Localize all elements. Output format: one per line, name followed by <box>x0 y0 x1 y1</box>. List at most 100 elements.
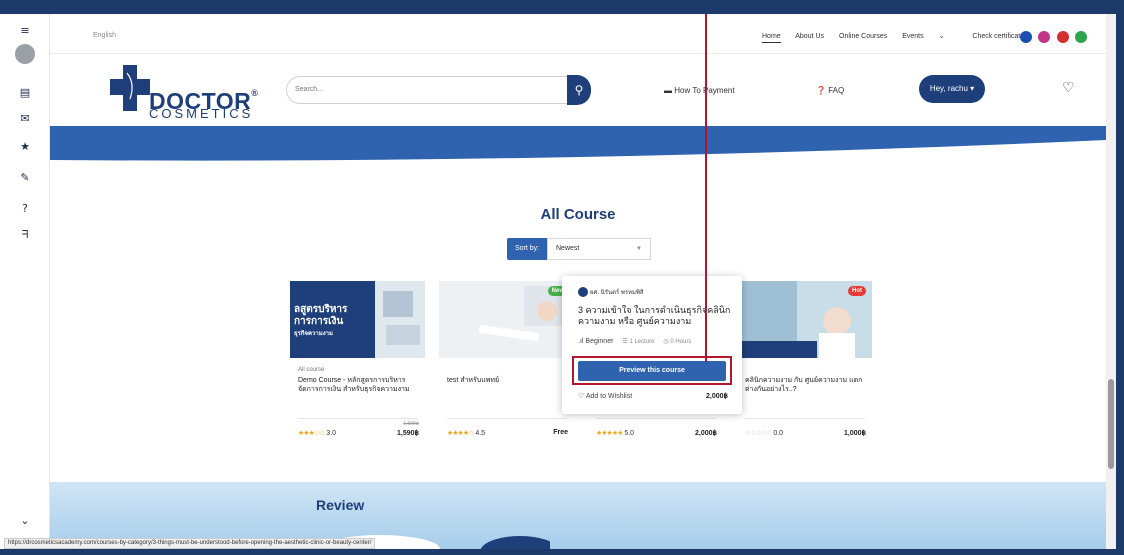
sort-select[interactable]: Newest ▼ <box>547 238 651 260</box>
course-meta: .ıl Beginner ☰ 1 Lecture ◷ 0 Hours <box>578 338 691 345</box>
pen-icon[interactable]: ✎ <box>0 171 50 184</box>
course-card[interactable]: Hot คลินิกความงาม กับ ศูนย์ความงาม แตกต่… <box>737 281 872 457</box>
wishlist-heart-icon[interactable]: ♡ <box>1062 79 1075 96</box>
chevron-down-icon: ⌄ <box>938 33 945 40</box>
star-icon[interactable]: ★ <box>0 140 50 153</box>
mail-icon[interactable]: ✉ <box>0 112 50 125</box>
annotation-line <box>705 14 707 362</box>
browser-frame: ≡ ▤ ✉ ★ ✎ ? ᖷ ⌄ English Home About Us On… <box>0 0 1124 555</box>
thumbnail-text: ลสูตรบริหาร การการเงิน ธุรกิจความงาม <box>294 304 347 340</box>
stars-icon: ★★★★★ <box>596 430 623 437</box>
question-icon: ❓ <box>816 86 826 95</box>
youtube-icon[interactable] <box>1056 31 1069 43</box>
heart-icon: ♡ <box>578 393 585 400</box>
user-menu-label: Hey, rachu <box>929 84 968 93</box>
nav-events[interactable]: Events ⌄ <box>902 33 957 40</box>
course-card[interactable]: ลสูตรบริหาร การการเงิน ธุรกิจความงาม All… <box>290 281 425 457</box>
wishlist-label: Add to Wishlist <box>585 393 633 400</box>
language-selector[interactable]: English <box>93 32 116 39</box>
course-price: 1,000฿ <box>844 430 866 437</box>
level-icon: .ıl <box>578 338 584 345</box>
course-title[interactable]: test สำหรับแพทย์ <box>447 376 567 385</box>
faq-link[interactable]: ❓ FAQ <box>816 86 844 95</box>
thumbnail-text-line3: ธุรกิจความงาม <box>294 331 333 337</box>
hours-label: 0 Hours <box>670 339 692 345</box>
page-scrollbar[interactable] <box>1106 14 1116 549</box>
stars-icon: ☆☆☆☆☆ <box>745 430 772 437</box>
course-price: 2,000฿ <box>695 430 717 437</box>
nav-home[interactable]: Home <box>762 33 781 43</box>
help-icon[interactable]: ? <box>0 202 50 215</box>
popup-course-title[interactable]: 3 ความเข้าใจ ในการดำเนินธุรกิจคลินิกความ… <box>578 305 733 327</box>
divider <box>447 418 567 419</box>
course-rating-value: 0.0 <box>773 430 784 437</box>
user-menu-button[interactable]: Hey, rachu ▾ <box>919 75 985 103</box>
instructor[interactable]: ผศ. นิรันดร์ พรหมพิสิ <box>578 287 644 298</box>
course-hours: ◷ 0 Hours <box>663 339 692 345</box>
divider <box>298 418 418 419</box>
line-icon[interactable] <box>1075 31 1088 43</box>
instructor-name: ผศ. นิรันดร์ พรหมพิสิ <box>590 290 644 296</box>
logo-reg: ® <box>251 88 259 98</box>
divider <box>745 418 865 419</box>
book-icon[interactable]: ▤ <box>0 86 50 99</box>
web-page: English Home About Us Online Courses Eve… <box>50 14 1106 549</box>
course-card[interactable]: New test สำหรับแพทย์ ★★★★☆ 4.5 Free <box>439 281 574 457</box>
menu-icon[interactable]: ≡ <box>0 24 50 37</box>
stars-icon: ★★★★☆ <box>447 430 474 437</box>
certificate-icon[interactable]: ᖷ <box>0 228 50 242</box>
status-bar-url: https://drcosmeticsacademy.com/courses-b… <box>4 538 376 549</box>
search-button[interactable]: ⚲ <box>567 75 591 105</box>
instructor-avatar <box>578 287 588 298</box>
top-nav: Home About Us Online Courses Events ⌄ Ch… <box>762 32 1037 43</box>
header-wave <box>50 126 1106 161</box>
thumbnail-text-line1: ลสูตรบริหาร <box>294 304 348 315</box>
course-preview-popup: ผศ. นิรันดร์ พรหมพิสิ 3 ความเข้าใจ ในการ… <box>562 276 742 414</box>
review-title: Review <box>316 497 365 513</box>
lecture-label: 1 Lecture <box>629 339 655 345</box>
course-rating-value: 3.0 <box>326 430 337 437</box>
chevron-down-icon: ▼ <box>636 246 642 252</box>
course-level: Beginner <box>585 338 614 345</box>
add-to-wishlist-button[interactable]: ♡ Add to Wishlist <box>578 392 632 400</box>
course-price: 1,590฿ <box>397 430 419 437</box>
how-to-payment-link[interactable]: ▬ How To Payment <box>664 86 735 95</box>
left-sidebar: ≡ ▤ ✉ ★ ✎ ? ᖷ ⌄ <box>0 14 50 549</box>
course-old-price: 1,590฿ <box>403 421 419 427</box>
course-rating: ★★★★☆ 4.5 <box>447 429 485 437</box>
sort-value: Newest <box>556 245 580 252</box>
hot-badge: Hot <box>848 286 866 296</box>
page-title: All Course <box>540 206 616 223</box>
course-rating: ★★★☆☆ 3.0 <box>298 429 336 437</box>
preview-course-button[interactable]: Preview this course <box>578 361 726 381</box>
divider <box>596 418 716 419</box>
course-rating-value: 4.5 <box>475 430 486 437</box>
course-category: All course <box>298 367 325 373</box>
payment-icon: ▬ <box>664 86 672 95</box>
search-input[interactable]: Search... <box>286 76 588 104</box>
facebook-icon[interactable] <box>1020 31 1032 43</box>
nav-events-label: Events <box>902 33 924 40</box>
scroll-thumb[interactable] <box>1108 379 1114 469</box>
course-rating: ★★★★★ 5.0 <box>596 429 634 437</box>
logo-subtext: COSMETICS <box>149 106 254 121</box>
instagram-icon[interactable] <box>1038 31 1051 43</box>
course-title[interactable]: Demo Course - หลักสูตรการบริหารจัดการการ… <box>298 376 418 394</box>
top-bar: English Home About Us Online Courses Eve… <box>50 14 1106 54</box>
nav-online-courses[interactable]: Online Courses <box>839 33 887 40</box>
chevron-down-icon[interactable]: ⌄ <box>0 514 50 527</box>
course-price: Free <box>553 429 568 436</box>
search-placeholder: Search... <box>295 86 324 93</box>
search-icon: ⚲ <box>574 83 584 97</box>
thumbnail-text-line2: การการเงิน <box>294 316 344 327</box>
social-links <box>1020 30 1089 48</box>
lecture-count: ☰ 1 Lecture <box>622 339 655 345</box>
nav-check-certificate[interactable]: Check certificate <box>972 33 1024 40</box>
course-title[interactable]: คลินิกความงาม กับ ศูนย์ความงาม แตกต่างกั… <box>745 376 865 394</box>
nav-about-us[interactable]: About Us <box>795 33 824 40</box>
popup-price: 2,000฿ <box>706 393 728 400</box>
sort-label: Sort by: <box>507 238 547 260</box>
avatar[interactable] <box>15 44 35 64</box>
logo-cross-icon[interactable] <box>110 65 150 111</box>
course-rating: ☆☆☆☆☆ 0.0 <box>745 429 783 437</box>
